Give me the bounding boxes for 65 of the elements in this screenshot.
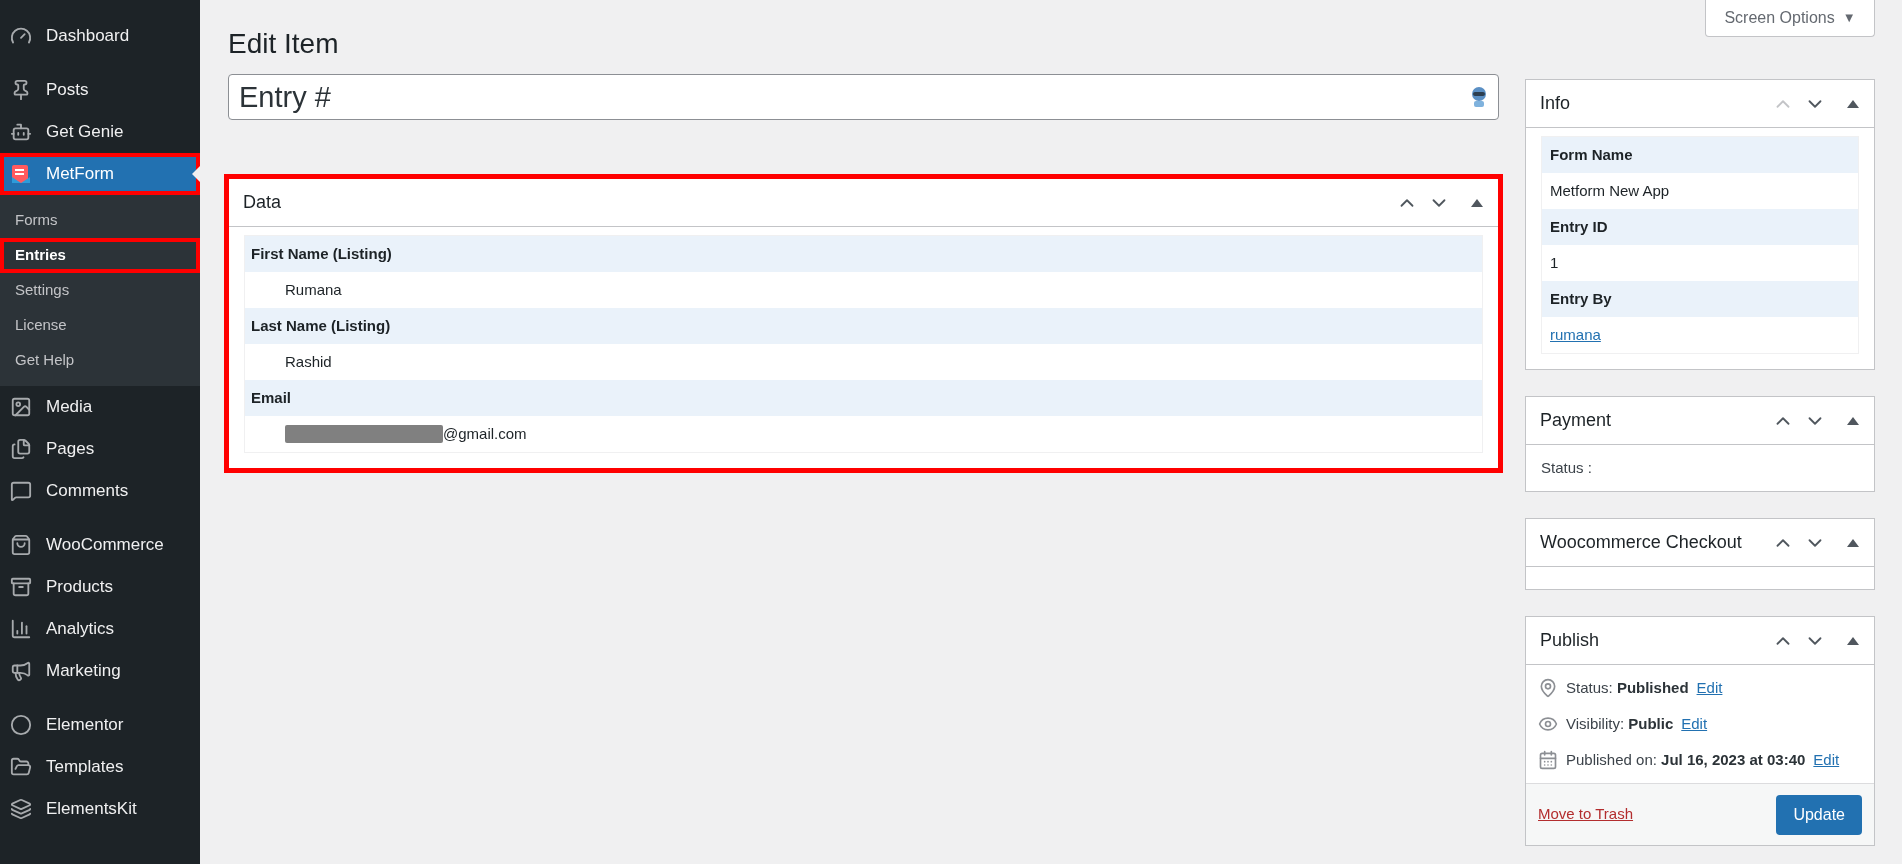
menu-item[interactable]: Posts: [0, 69, 200, 111]
megaphone-icon: [10, 660, 32, 682]
page-title: Edit Item: [228, 27, 340, 61]
folder-icon: [10, 756, 32, 778]
trash-link[interactable]: Move to Trash: [1538, 803, 1634, 826]
menu-item[interactable]: Elementor: [0, 704, 200, 746]
menu-item[interactable]: Marketing: [0, 650, 200, 692]
circle-icon: [10, 714, 32, 736]
robot-icon[interactable]: [1469, 85, 1489, 109]
title-field[interactable]: Entry #: [228, 74, 1499, 120]
publish-info: Published on: Jul 16, 2023 at 03:40: [1566, 749, 1806, 770]
panel-title: Payment: [1540, 409, 1612, 432]
submenu-item[interactable]: Forms: [0, 203, 200, 238]
panel-title: Data: [243, 191, 282, 214]
pages-icon: [10, 438, 32, 460]
pointer-icon: [192, 166, 200, 182]
status-text: Status :: [1541, 457, 1592, 478]
screen-options-button[interactable]: Screen Options ▼: [1705, 0, 1875, 37]
field-label: Form Name: [1542, 137, 1858, 173]
layers-icon: [10, 798, 32, 820]
menu-item[interactable]: Pages: [0, 428, 200, 470]
edit-link[interactable]: Edit: [1813, 748, 1840, 772]
user-link[interactable]: rumana: [1550, 323, 1601, 347]
publish-info: Status: Published: [1566, 677, 1689, 698]
bar-chart-icon: [10, 618, 32, 640]
archive-icon: [10, 576, 32, 598]
menu-item[interactable]: WooCommerce: [0, 524, 200, 566]
menu-item[interactable]: Get Genie: [0, 111, 200, 153]
panel-title: Info: [1540, 92, 1571, 115]
field-value: Rashid: [285, 351, 332, 372]
menu-item[interactable]: Analytics: [0, 608, 200, 650]
menu-item[interactable]: Comments: [0, 470, 200, 512]
field-value: Metform New App: [1550, 180, 1670, 201]
submenu-item[interactable]: Settings: [0, 273, 200, 308]
edit-link[interactable]: Edit: [1681, 712, 1708, 736]
media-icon: [10, 396, 32, 418]
menu-item[interactable]: Templates: [0, 746, 200, 788]
field-label: Email: [245, 380, 1482, 416]
panel-title: Woocommerce Checkout: [1540, 531, 1742, 554]
field-label: Entry By: [1542, 281, 1858, 317]
panel-title: Publish: [1540, 629, 1600, 652]
publish-info: Visibility: Public: [1566, 713, 1674, 734]
form-icon: [10, 163, 32, 185]
calendar-icon: [1538, 750, 1558, 770]
speech-bubble-icon: [10, 480, 32, 502]
field-label: Entry ID: [1542, 209, 1858, 245]
pin-icon: [1538, 678, 1558, 698]
menu-item[interactable]: Media: [0, 386, 200, 428]
submenu-item[interactable]: License: [0, 308, 200, 343]
field-label: First Name (Listing): [245, 236, 1482, 272]
menu-item[interactable]: MetForm: [0, 153, 200, 195]
submenu-item[interactable]: Entries: [0, 238, 200, 273]
bag-icon: [10, 534, 32, 556]
field-label: Last Name (Listing): [245, 308, 1482, 344]
submenu-item[interactable]: Get Help: [0, 343, 200, 378]
eye-icon: [1538, 714, 1558, 734]
field-value: @gmail.com: [443, 423, 527, 444]
menu-item[interactable]: Dashboard: [0, 15, 200, 57]
menu-item[interactable]: Products: [0, 566, 200, 608]
robot-icon: [10, 121, 32, 143]
field-value: 1: [1550, 252, 1559, 273]
update-button[interactable]: Update: [1776, 794, 1862, 835]
edit-link[interactable]: Edit: [1696, 676, 1723, 700]
field-value: Rumana: [285, 279, 342, 300]
menu-item[interactable]: ElementsKit: [0, 788, 200, 830]
